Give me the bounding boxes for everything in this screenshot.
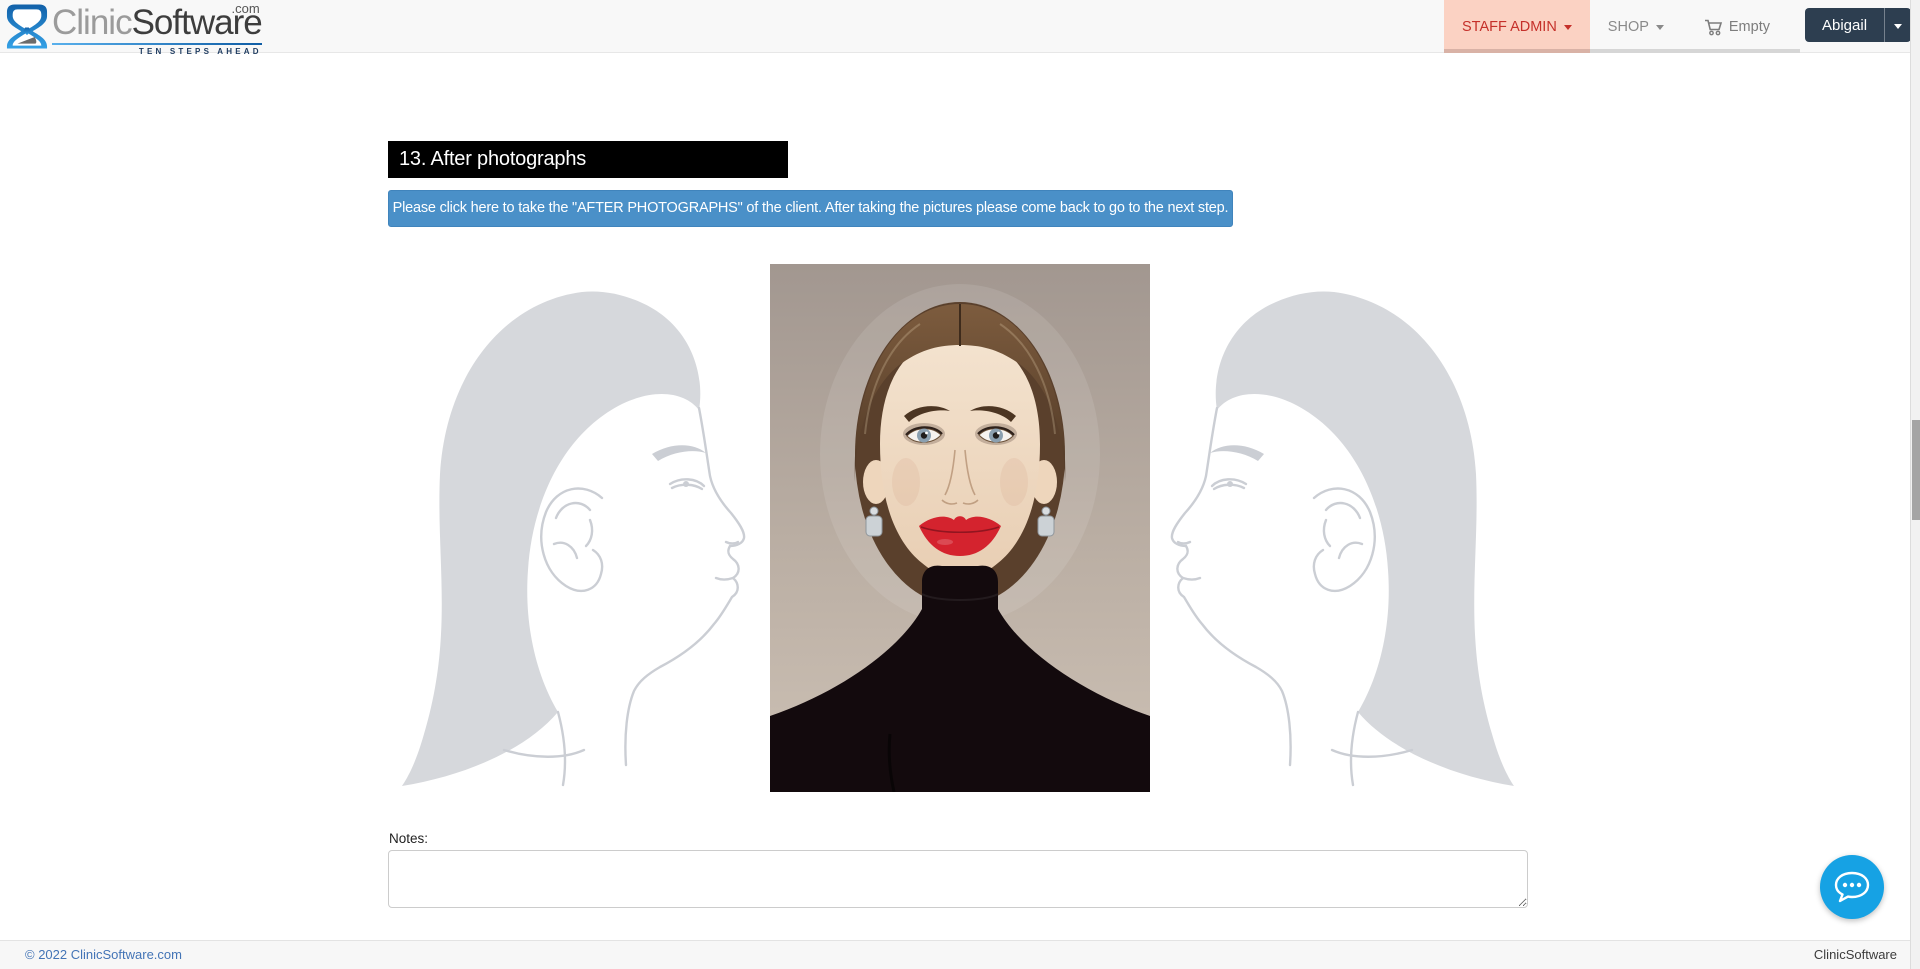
notes-textarea[interactable] xyxy=(388,850,1528,908)
hourglass-icon xyxy=(6,3,48,50)
step-heading: 13. After photographs xyxy=(388,141,788,178)
nav-item-label: SHOP xyxy=(1608,19,1649,35)
caret-down-icon xyxy=(1656,25,1664,30)
cart-button[interactable]: Empty xyxy=(1682,0,1784,53)
footer: © 2022 ClinicSoftware.com ClinicSoftware xyxy=(0,940,1920,969)
scrollbar[interactable] xyxy=(1910,0,1920,969)
brand-tagline: TEN STEPS AHEAD xyxy=(52,47,262,56)
user-menu-button[interactable]: Abigail xyxy=(1805,8,1911,42)
cart-icon xyxy=(1704,19,1723,36)
caret-down-icon xyxy=(1564,25,1572,30)
cart-status-label: Empty xyxy=(1729,19,1770,35)
photo-composite xyxy=(388,255,1528,805)
silhouette-left-image xyxy=(396,282,760,797)
page: ClinicSoftware .com TEN STEPS AHEAD STAF… xyxy=(0,0,1920,969)
silhouette-right-image xyxy=(1156,282,1520,797)
footer-brand-text: ClinicSoftware xyxy=(1814,941,1897,969)
brand-suffix: .com xyxy=(232,1,260,16)
nav-menu: STAFF ADMIN SHOP Empty xyxy=(1444,0,1800,53)
instruction-button[interactable]: Please click here to take the "AFTER PHO… xyxy=(388,190,1233,227)
copyright-link[interactable]: © 2022 ClinicSoftware.com xyxy=(25,941,182,969)
user-name-label: Abigail xyxy=(1805,8,1884,42)
scrollbar-thumb[interactable] xyxy=(1912,420,1920,520)
user-caret-button[interactable] xyxy=(1884,8,1911,42)
nav-item-staff-admin[interactable]: STAFF ADMIN xyxy=(1444,0,1590,53)
navbar: ClinicSoftware .com TEN STEPS AHEAD STAF… xyxy=(0,0,1920,53)
brand-text: ClinicSoftware .com TEN STEPS AHEAD xyxy=(52,2,262,56)
brand-primary: Clinic xyxy=(52,3,132,42)
caret-down-icon xyxy=(1894,24,1902,29)
nav-item-shop[interactable]: SHOP xyxy=(1590,0,1682,53)
nav-item-label: STAFF ADMIN xyxy=(1462,19,1557,35)
chat-bubble-icon xyxy=(1832,870,1872,904)
client-photo xyxy=(770,264,1150,792)
chat-widget-button[interactable] xyxy=(1820,855,1884,919)
notes-label: Notes: xyxy=(389,831,428,846)
brand-rule xyxy=(52,43,262,45)
brand-logo[interactable]: ClinicSoftware .com TEN STEPS AHEAD xyxy=(6,2,262,51)
